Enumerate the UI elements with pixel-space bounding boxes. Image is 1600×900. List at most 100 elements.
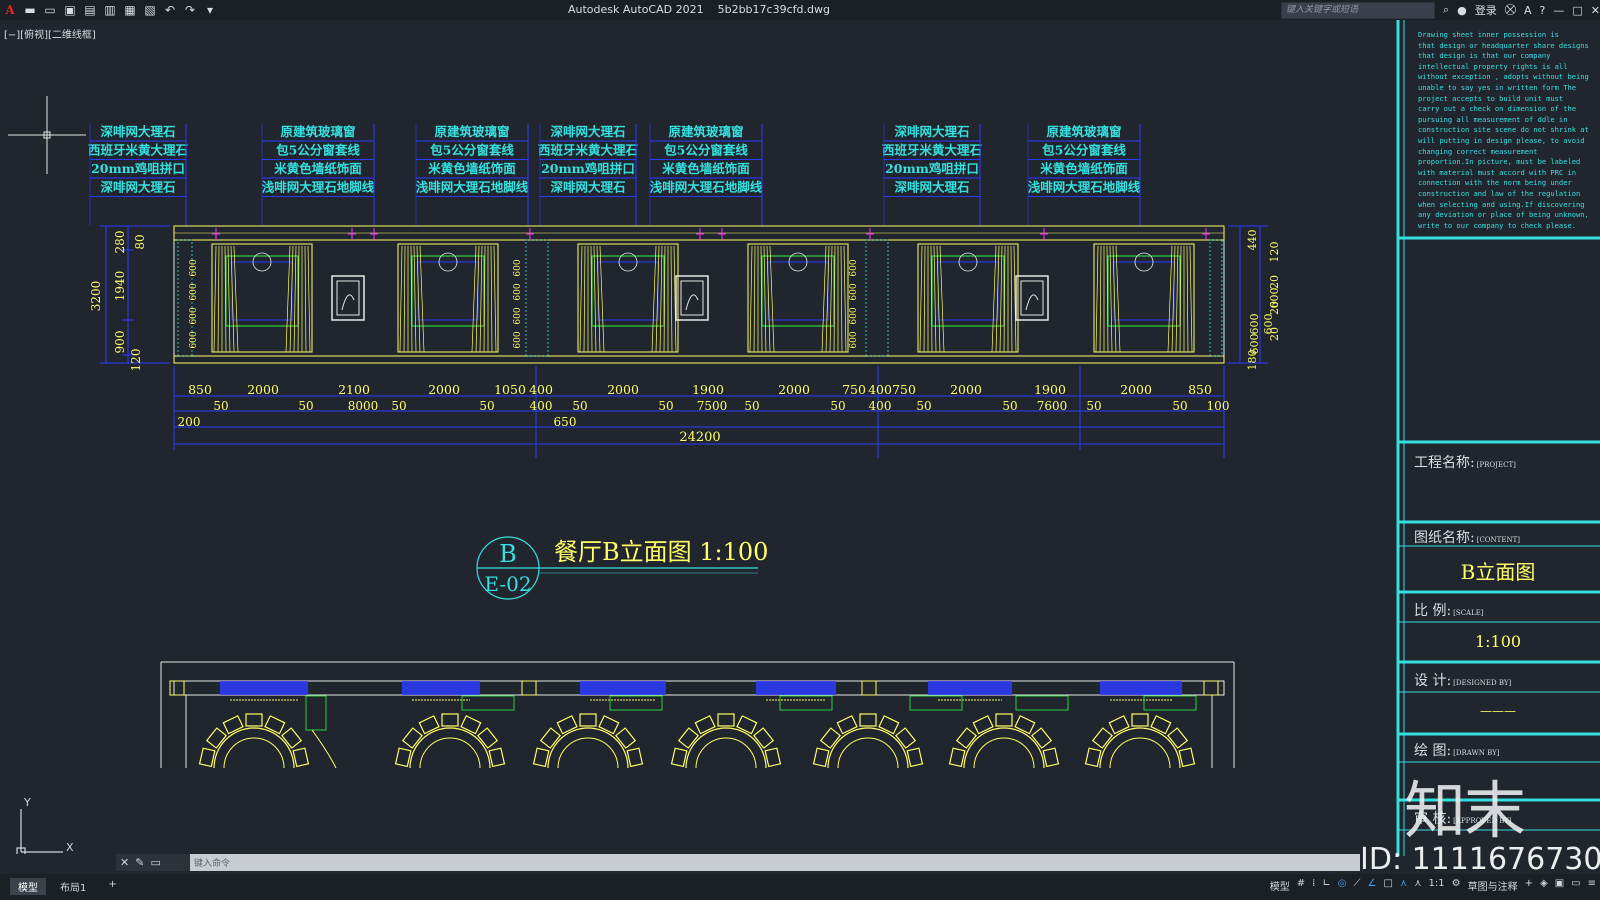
window-title: Autodesk AutoCAD 2021 5b2bb17c39cfd.dwg	[568, 3, 830, 16]
callout-label: 深啡网大理石	[100, 124, 175, 139]
callout-label: 浅啡网大理石地脚线	[650, 180, 763, 195]
dimension-value: 2000	[1120, 382, 1152, 397]
pilaster-dimension: 600	[189, 331, 199, 348]
object-snap-tracking-icon[interactable]: ∠	[1367, 878, 1376, 893]
plan-column	[169, 680, 185, 696]
autocad-logo-icon[interactable]: A	[2, 3, 18, 17]
marble-pilaster	[1209, 239, 1223, 357]
open-file-icon[interactable]: ▭	[42, 3, 58, 17]
drawing-canvas[interactable]: 深啡网大理石西班牙米黄大理石20mm鸡咀拼口深啡网大理石原建筑玻璃窗包5公分窗套…	[0, 20, 1396, 854]
dimension-value: 400	[530, 399, 553, 413]
publish-icon[interactable]: ▥	[102, 3, 118, 17]
command-input[interactable]: 键入命令	[194, 856, 230, 869]
dimension-value: 50	[658, 399, 673, 413]
recent-commands-icon[interactable]: ▭	[150, 856, 160, 869]
auto-scale-icon[interactable]: ⋏	[1414, 878, 1421, 893]
annotation-visibility-icon[interactable]: ⋏	[1400, 878, 1407, 893]
plan-column	[1203, 680, 1219, 696]
command-line-icons: ✕ ✎ ▭	[116, 854, 190, 871]
ortho-icon[interactable]: ∟	[1322, 878, 1330, 893]
pilaster-dimension: 600	[513, 307, 523, 324]
drawn-by-label: 绘 图: [DRAWN BY]	[1414, 743, 1500, 759]
framed-artwork	[675, 275, 709, 321]
cart-icon[interactable]: ⛒	[1505, 3, 1516, 17]
dimension-value: 400	[869, 399, 892, 413]
notes-line: unable to say yes in written form The	[1418, 82, 1577, 92]
notes-line: construction site scene do not shrink at	[1418, 125, 1589, 135]
workspace-button[interactable]: 草图与注释	[1468, 878, 1518, 893]
dimension-value: 650	[554, 415, 577, 429]
hardware-acceleration-icon[interactable]: ▣	[1555, 878, 1564, 893]
save-icon[interactable]: ▣	[62, 3, 78, 17]
user-icon[interactable]: ●	[1457, 4, 1467, 17]
dimension-value: 1900	[1034, 382, 1066, 397]
dimension-value: 280	[113, 231, 127, 254]
callout-label: 米黄色墙纸饰面	[661, 161, 750, 176]
notes-line: Drawing sheet inner possession is	[1418, 30, 1559, 39]
plan-round-table	[394, 713, 506, 769]
callout-label: 原建筑玻璃窗	[434, 124, 509, 139]
pilaster-dimension: 600	[189, 283, 199, 300]
callout-label: 深啡网大理石	[894, 180, 969, 195]
dimension-value: 600	[1248, 334, 1261, 355]
minimize-icon[interactable]: —	[1553, 4, 1564, 17]
search-icon[interactable]: ⌕	[1443, 3, 1449, 17]
grid-icon[interactable]: #	[1297, 878, 1305, 893]
window-curtain	[577, 243, 679, 353]
project-name-label: 工程名称: [PROJECT]	[1414, 455, 1516, 471]
plan-round-table	[670, 713, 782, 769]
annotation-scale-button[interactable]: 1:1	[1429, 878, 1445, 893]
help-icon[interactable]: ?	[1540, 4, 1546, 17]
maximize-icon[interactable]: □	[1572, 4, 1582, 17]
search-input[interactable]: 键入关键字或短语	[1280, 1, 1435, 19]
object-snap-icon[interactable]: □	[1383, 878, 1392, 893]
notes-line: that design or headquarter share designs	[1418, 40, 1589, 50]
tab-model[interactable]: 模型	[10, 878, 46, 895]
clean-screen-icon[interactable]: ▭	[1571, 878, 1580, 893]
model-space-button[interactable]: 模型	[1270, 878, 1290, 893]
annotation-monitor-icon[interactable]: +	[1525, 878, 1533, 893]
dimension-value: 600	[1248, 314, 1261, 335]
plot-preview-icon[interactable]: ▦	[122, 3, 138, 17]
ucs-y-label: Y	[24, 796, 31, 809]
undo-icon[interactable]: ↶	[162, 3, 178, 17]
customization-menu-icon[interactable]: ≡	[1588, 878, 1596, 893]
snap-icon[interactable]: ⁞	[1312, 878, 1315, 893]
dimension-value: 7600	[1037, 399, 1068, 413]
dimension-value: 50	[744, 399, 759, 413]
window-curtain	[397, 243, 499, 353]
autodesk-app-icon[interactable]: A	[1524, 4, 1532, 17]
save-as-icon[interactable]: ▤	[82, 3, 98, 17]
callout-group: 深啡网大理石西班牙米黄大理石 20mm鸡咀拼口深啡网大理石	[538, 124, 638, 226]
plan-sideboard	[909, 695, 963, 711]
close-command-icon[interactable]: ✕	[120, 856, 129, 869]
pilaster-dimension: 600	[189, 259, 199, 276]
customize-dropdown-icon[interactable]: ▾	[202, 3, 218, 17]
polar-tracking-icon[interactable]: ◎	[1338, 878, 1347, 893]
customize-icon[interactable]: ✎	[135, 856, 144, 869]
close-icon[interactable]: ✕	[1591, 4, 1600, 17]
new-file-icon[interactable]: ▬	[22, 3, 38, 17]
dimension-value: 50	[1172, 399, 1187, 413]
print-icon[interactable]: ▧	[142, 3, 158, 17]
login-button[interactable]: 登录	[1475, 2, 1497, 18]
dimension-value: 50	[298, 399, 313, 413]
notes-line: write to our company to check please.	[1418, 220, 1577, 230]
marble-pilaster	[865, 239, 889, 357]
dimension-value: 440	[1246, 230, 1259, 251]
pilaster-dimension: 600	[513, 331, 523, 348]
isodraft-icon[interactable]: ⟋	[1353, 878, 1360, 893]
ucs-icon	[16, 809, 63, 854]
tab-layout1[interactable]: 布局1	[52, 878, 94, 895]
notes-line: project accepts to build unit must	[1418, 93, 1564, 103]
layout-tabs: 模型 布局1 +	[10, 878, 125, 895]
command-line[interactable]: ✕ ✎ ▭ 键入命令	[116, 854, 1360, 871]
designer-label: 设 计: [DESIGNED BY]	[1414, 673, 1512, 689]
material-callouts: 深啡网大理石西班牙米黄大理石20mm鸡咀拼口深啡网大理石原建筑玻璃窗包5公分窗套…	[88, 124, 1141, 226]
isolate-objects-icon[interactable]: ◈	[1540, 878, 1548, 893]
plan-window	[1100, 681, 1182, 695]
redo-icon[interactable]: ↷	[182, 3, 198, 17]
plan-sideboard	[1143, 695, 1197, 711]
add-layout-button[interactable]: +	[100, 878, 124, 895]
workspace-gear-icon[interactable]: ⚙	[1452, 878, 1461, 893]
